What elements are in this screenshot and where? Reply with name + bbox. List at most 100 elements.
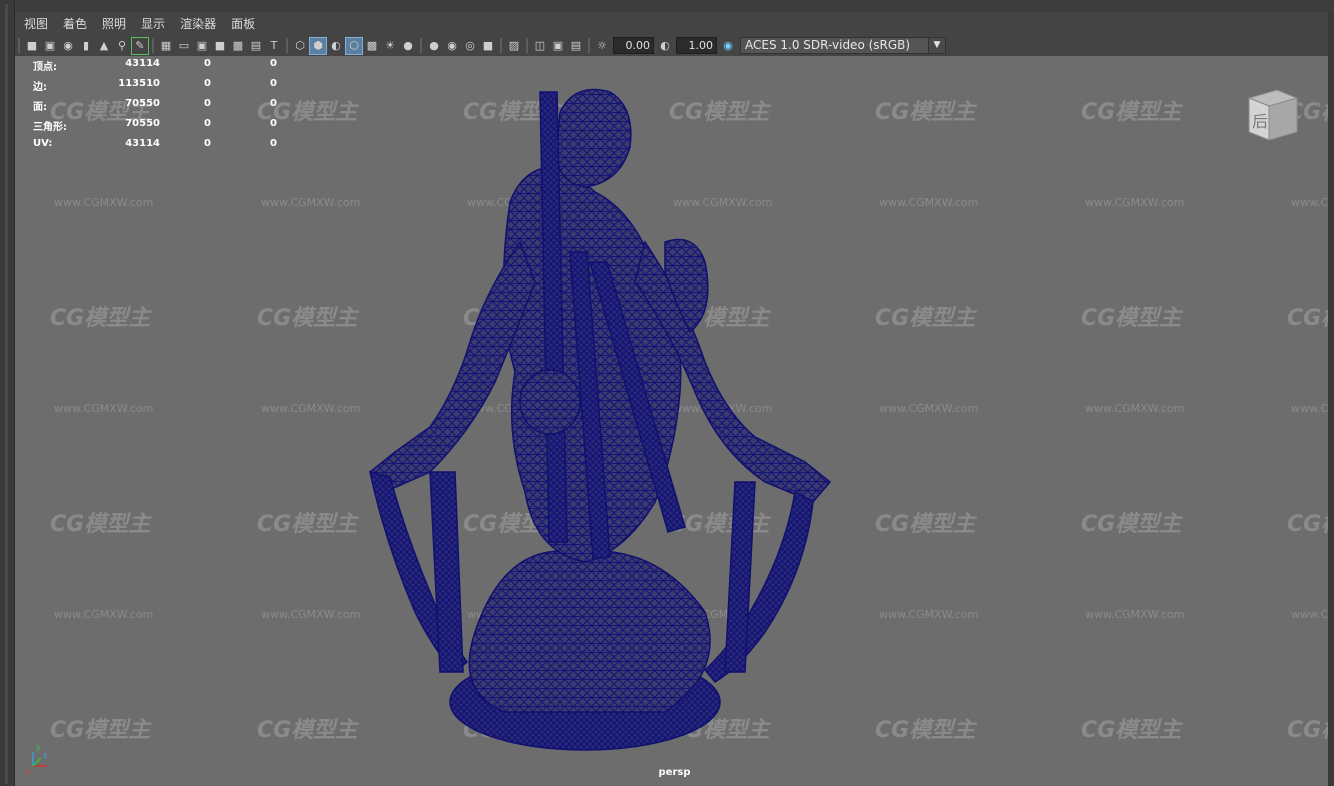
watermark-url: www.CGMXW.com (54, 608, 154, 621)
camera-label: persp (658, 767, 691, 778)
watermark-logo: CG模型主 (50, 718, 151, 743)
exposure-icon[interactable]: ☼ (594, 38, 610, 54)
safe-action-icon[interactable]: ▤ (248, 38, 264, 54)
toolbar-separator (526, 38, 528, 53)
toolbar-separator (18, 38, 20, 53)
watermark-logo: CG模型主 (1287, 306, 1334, 331)
menu-view[interactable]: 视图 (18, 15, 54, 32)
chevron-down-icon[interactable]: ▼ (928, 38, 945, 53)
xray-joints-icon[interactable]: ▣ (550, 38, 566, 54)
camera-attributes-icon[interactable]: ▣ (42, 38, 58, 54)
hud-value: 0 (270, 118, 277, 129)
wireframe-mesh[interactable] (335, 72, 855, 752)
exposure-field[interactable]: 0.00 (613, 37, 654, 54)
menu-shading[interactable]: 着色 (57, 15, 93, 32)
image-plane-icon[interactable]: ▲ (96, 38, 112, 54)
wireframe-on-shaded-icon[interactable]: ⬡ (345, 36, 363, 55)
field-chart-icon[interactable]: ▩ (230, 38, 246, 54)
toolbar-separator (420, 38, 422, 53)
menu-renderer[interactable]: 渲染器 (174, 15, 222, 32)
hud-value: 0 (270, 138, 277, 149)
mesh-belly (519, 369, 581, 435)
colorspace-icon[interactable]: ◉ (720, 38, 736, 54)
watermark-url: www.CGMXW.com (1085, 196, 1185, 209)
hud-value: 113510 (118, 78, 160, 89)
lighting-icon[interactable]: ☀ (382, 38, 398, 54)
mesh-rocks (468, 550, 711, 713)
toolbar-separator (286, 38, 288, 53)
panel-toolbar: ■ ▣ ◉ ▮ ▲ ⚲ ✎ ▦ ▭ ▣ ■ ▩ ▤ T ⬡ ⬢ ◐ ⬡ ▩ ☀ … (15, 35, 1334, 56)
svg-text:z: z (43, 751, 47, 760)
watermark-logo: CG模型主 (50, 306, 151, 331)
isolate-select-icon[interactable]: ▨ (506, 38, 522, 54)
hud-value: 0 (270, 58, 277, 69)
grid-icon[interactable]: ▦ (158, 38, 174, 54)
gamma-icon[interactable]: ◐ (657, 38, 673, 54)
pan-zoom-icon[interactable]: ⚲ (114, 38, 130, 54)
toolbar-separator (152, 38, 154, 53)
watermark-logo: CG模型主 (50, 512, 151, 537)
screen-space-ao-icon[interactable]: ● (426, 38, 442, 54)
hud-value: 70550 (125, 98, 160, 109)
viewcube[interactable]: 后 (1243, 84, 1301, 142)
safe-title-icon[interactable]: T (266, 38, 282, 54)
smooth-shade-icon[interactable]: ⬢ (309, 36, 327, 55)
mesh-left-arm (368, 240, 536, 493)
color-space-value: ACES 1.0 SDR-video (sRGB) (745, 38, 911, 52)
viewcube-face-label[interactable]: 后 (1252, 112, 1268, 131)
xray-icon[interactable]: ◫ (532, 38, 548, 54)
default-material-icon[interactable]: ◐ (328, 38, 344, 54)
watermark-logo: CG模型主 (1081, 100, 1182, 125)
mesh-head (556, 88, 632, 188)
motion-blur-icon[interactable]: ◉ (444, 38, 460, 54)
watermark-logo: CG模型主 (875, 512, 976, 537)
film-gate-icon[interactable]: ▭ (176, 38, 192, 54)
svg-text:y: y (36, 743, 41, 752)
hud-value: 0 (204, 98, 211, 109)
gate-mask-icon[interactable]: ■ (212, 38, 228, 54)
watermark-url: www.CGMXW.com (879, 402, 979, 415)
menu-panels[interactable]: 面板 (225, 15, 261, 32)
hud-value: 70550 (125, 118, 160, 129)
menu-lighting[interactable]: 照明 (96, 15, 132, 32)
xray-components-icon[interactable]: ▤ (568, 38, 584, 54)
gamma-field[interactable]: 1.00 (676, 37, 717, 54)
anti-aliasing-icon[interactable]: ◎ (462, 38, 478, 54)
mesh-right-chain (703, 490, 814, 683)
grease-pencil-icon[interactable]: ✎ (131, 36, 149, 55)
toolbar-separator (588, 38, 590, 53)
right-edge (1328, 12, 1334, 786)
watermark-url: www.CGMXW.com (879, 608, 979, 621)
menu-show[interactable]: 显示 (135, 15, 171, 32)
viewport-3d[interactable]: CG模型主 CG模型主 CG模型主 CG模型主 CG模型主 CG模型主 CG模型主 CG模型主… (15, 56, 1334, 786)
watermark-url: www.CGMXW.com (1085, 608, 1185, 621)
textured-icon[interactable]: ▩ (364, 38, 380, 54)
panel-menubar: 视图 着色 照明 显示 渲染器 面板 (15, 12, 1334, 35)
watermark-logo: CG模型主 (1081, 306, 1182, 331)
hud-value: 0 (204, 58, 211, 69)
bookmark-icon[interactable]: ▮ (78, 38, 94, 54)
hud-value: 0 (270, 98, 277, 109)
watermark-url: www.CGMXW.com (1085, 402, 1185, 415)
shelf-grip[interactable] (5, 4, 8, 784)
hud-value: 0 (204, 78, 211, 89)
hud-value: 43114 (125, 138, 160, 149)
left-shelf (0, 0, 15, 786)
camera-lock-icon[interactable]: ◉ (60, 38, 76, 54)
watermark-logo: CG模型主 (875, 718, 976, 743)
watermark-logo: CG模型主 (875, 100, 976, 125)
watermark-logo: CG模型主 (1287, 718, 1334, 743)
watermark-url: www.CGMXW.com (879, 196, 979, 209)
hud-value: 43114 (125, 58, 160, 69)
hud-value: 0 (204, 118, 211, 129)
toolbar-separator (500, 38, 502, 53)
depth-of-field-icon[interactable]: ■ (480, 38, 496, 54)
color-space-dropdown[interactable]: ACES 1.0 SDR-video (sRGB) ▼ (740, 37, 946, 54)
wireframe-icon[interactable]: ⬡ (292, 38, 308, 54)
hud-value: 0 (204, 138, 211, 149)
watermark-url: www.CGMXW.com (54, 196, 154, 209)
select-camera-icon[interactable]: ■ (24, 38, 40, 54)
watermark-logo: CG模型主 (1287, 512, 1334, 537)
shadows-icon[interactable]: ● (400, 38, 416, 54)
resolution-gate-icon[interactable]: ▣ (194, 38, 210, 54)
